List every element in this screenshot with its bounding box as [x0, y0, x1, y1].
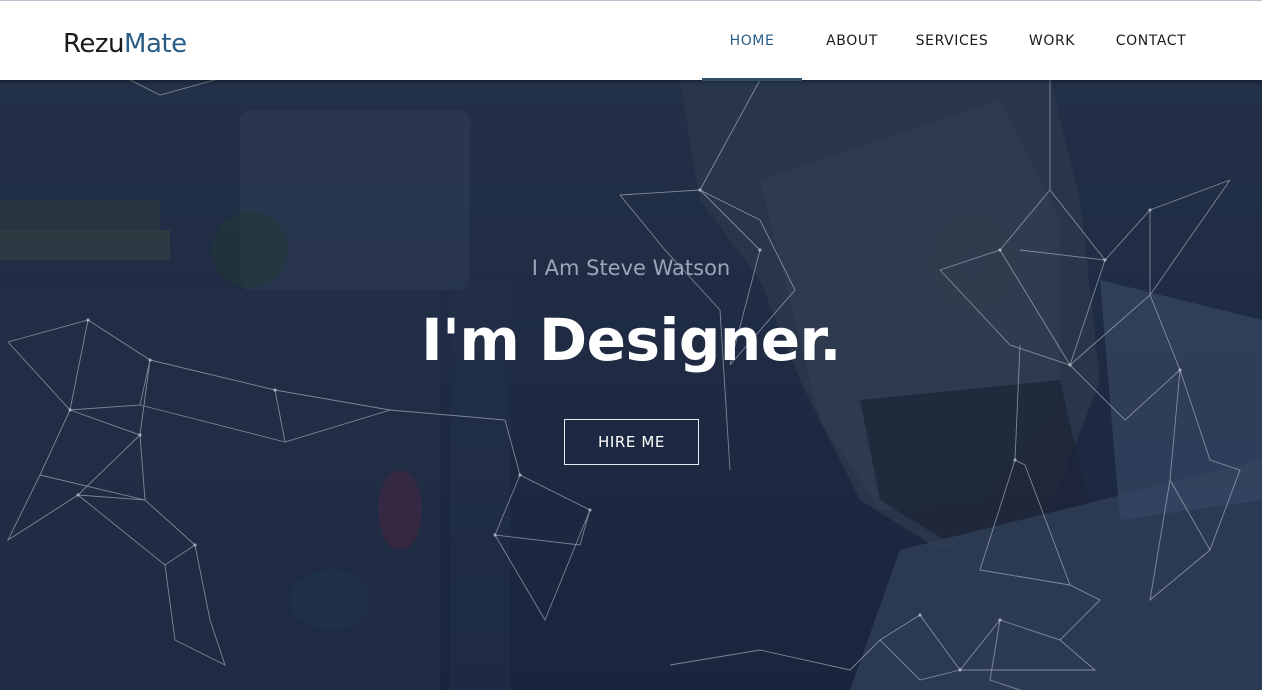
site-logo[interactable]: RezuMate — [63, 29, 187, 59]
nav-item-home[interactable]: HOME — [702, 1, 802, 81]
top-navbar: RezuMate HOME ABOUT SERVICES WORK CONTAC… — [0, 0, 1262, 81]
hire-me-button[interactable]: HIRE ME — [564, 419, 699, 465]
nav-item-services[interactable]: SERVICES — [907, 1, 997, 80]
nav-item-about[interactable]: ABOUT — [818, 1, 886, 80]
hero-headline: I'm Designer. — [421, 306, 841, 374]
hero-content: I Am Steve Watson I'm Designer. HIRE ME — [0, 80, 1262, 690]
hero-section: I Am Steve Watson I'm Designer. HIRE ME — [0, 80, 1262, 690]
hero-intro-text: I Am Steve Watson — [531, 256, 731, 280]
logo-text-accent: Mate — [124, 29, 187, 59]
logo-text-primary: Rezu — [63, 29, 125, 59]
nav-item-contact[interactable]: CONTACT — [1106, 1, 1196, 80]
nav-item-work[interactable]: WORK — [1019, 1, 1085, 80]
